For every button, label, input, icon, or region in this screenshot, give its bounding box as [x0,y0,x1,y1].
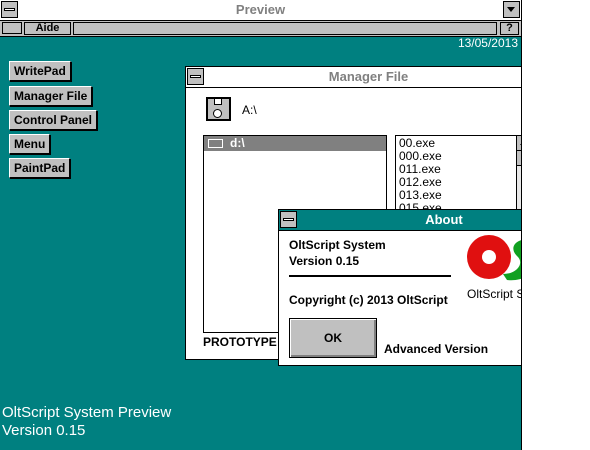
about-divider [289,275,451,277]
launcher-menu[interactable]: Menu [9,134,51,154]
desktop: Preview Aide ? 13/05/2013 WritePad Manag… [0,0,590,450]
ok-button[interactable]: OK [289,318,377,358]
floppy-drive-icon[interactable] [206,97,231,121]
about-version: Version 0.15 [289,254,360,268]
about-copyright: Copyright (c) 2013 OltScript [289,293,448,307]
help-button[interactable]: ? [500,22,519,35]
launcher-writepad[interactable]: WritePad [9,61,71,81]
footer-version: Version 0.15 [2,422,86,439]
launcher-manager-file[interactable]: Manager File [9,86,93,106]
system-menu-icon[interactable] [280,211,297,228]
background-area [521,0,590,450]
manager-file-title: Manager File [328,69,409,84]
window-dropdown-icon[interactable] [503,1,520,18]
desktop-footer: OltScript System Preview Version 0.15 [2,404,171,440]
date-display: 13/05/2013 [457,36,518,50]
manager-file-titlebar[interactable]: Manager File [186,67,551,88]
about-product-name: OltScript System [289,238,386,252]
menu-bar: Aide ? [0,21,521,37]
about-edition: Advanced Version [384,342,489,356]
directory-item-label: d:\ [230,136,245,150]
drive-label: A:\ [242,103,257,117]
system-menu-icon[interactable] [187,68,204,85]
manager-file-footer: PROTOTYPE [203,335,277,349]
open-folder-icon [208,139,223,148]
logo-o-hole [482,250,496,264]
main-window-titlebar[interactable]: Preview [0,0,521,21]
launcher-control-panel[interactable]: Control Panel [9,110,98,130]
directory-item[interactable]: d:\ [204,136,386,151]
system-menu-icon[interactable] [1,1,18,18]
footer-product-name: OltScript System Preview [2,404,172,421]
menu-bar-filler [73,22,497,35]
menu-bar-control[interactable] [2,22,22,34]
main-window-title: Preview [235,2,286,17]
menu-aide[interactable]: Aide [24,22,71,35]
launcher-paintpad[interactable]: PaintPad [9,158,71,178]
